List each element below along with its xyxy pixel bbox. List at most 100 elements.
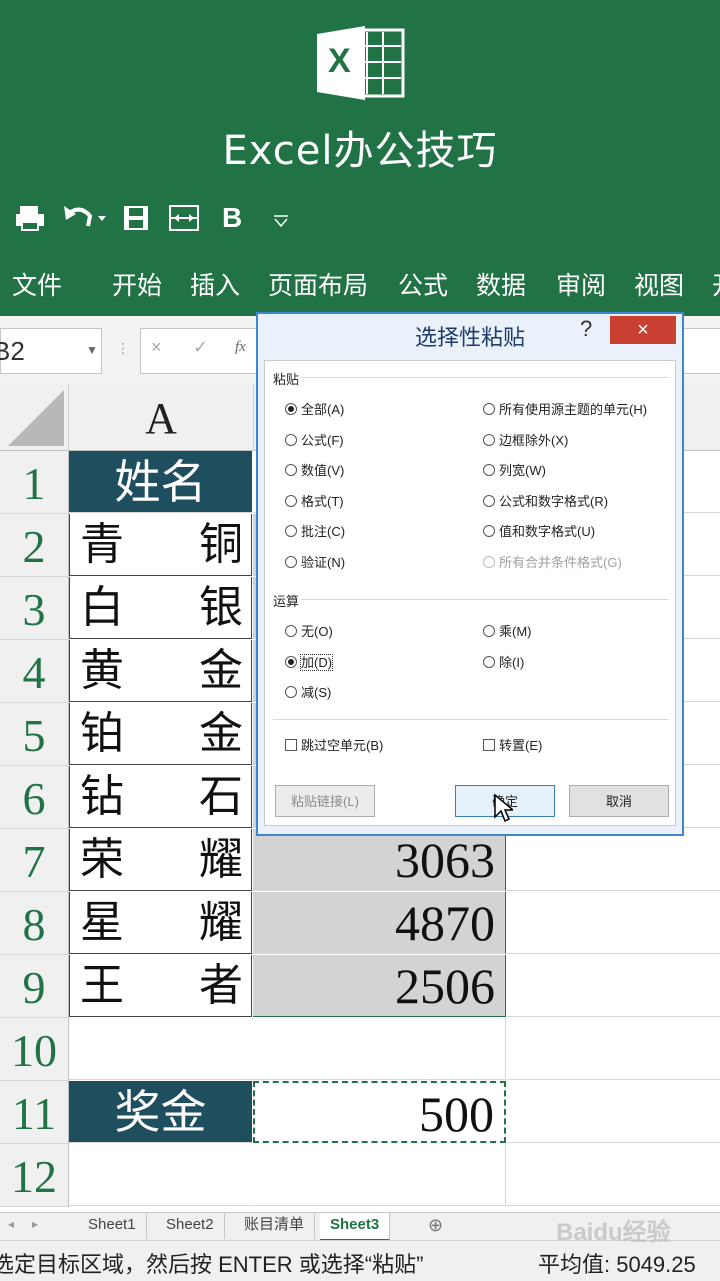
paste-option[interactable]: 边框除外(X) [483,432,568,450]
undo-icon[interactable] [62,202,108,232]
cell-b[interactable]: 500 [253,1081,506,1143]
row-header[interactable]: 12 [0,1144,69,1207]
cell-b[interactable]: 4870 [253,892,506,954]
sheet-tab-3[interactable]: Sheet3 [320,1213,391,1241]
paste-option[interactable]: 值和数字格式(U) [483,523,595,541]
paste-option-label: 全部(A) [301,402,345,417]
cell-a[interactable] [69,1018,252,1080]
name-second-char: 石 [199,771,243,822]
cell-c[interactable] [507,1144,720,1206]
print-icon[interactable] [14,204,46,232]
cell-a[interactable]: 王者 [69,955,252,1017]
tab-view[interactable]: 视图 [634,266,684,302]
next-sheet-icon[interactable]: ▸ [32,1217,38,1231]
cell-a[interactable] [69,1144,252,1206]
row-header[interactable]: 5 [0,703,69,766]
row-header[interactable]: 2 [0,514,69,577]
tab-review[interactable]: 审阅 [556,266,606,302]
sheet-tab-1[interactable]: Sheet1 [78,1213,147,1239]
bold-button[interactable]: B [222,198,242,238]
row-header[interactable]: 1 [0,451,69,514]
cell-a[interactable]: 青铜 [69,514,252,576]
row-header[interactable]: 6 [0,766,69,829]
prev-sheet-icon[interactable]: ◂ [8,1217,14,1231]
cell-a[interactable]: 黄金 [69,640,252,702]
sheet-tab-accounts[interactable]: 账目清单 [234,1213,316,1239]
tab-formulas[interactable]: 公式 [398,266,448,302]
paste-option[interactable]: 批注(C) [285,523,345,541]
cell-b[interactable] [253,1018,506,1080]
row-header[interactable]: 11 [0,1081,69,1144]
tab-home[interactable]: 开始 [112,266,162,302]
name-second-char: 铜 [199,519,243,570]
row-header[interactable]: 9 [0,955,69,1018]
paste-option[interactable]: 所有合并条件格式(G) [483,554,622,572]
paste-option[interactable]: 列宽(W) [483,462,546,480]
close-button[interactable]: × [610,316,676,344]
transpose-checkbox[interactable]: 转置(E) [483,737,542,755]
operation-group-label: 运算 [273,594,300,609]
row-header[interactable]: 3 [0,577,69,640]
cell-c[interactable] [507,1081,720,1143]
customize-qat-icon[interactable] [272,214,290,228]
cell-b[interactable]: 2506 [253,955,506,1017]
row-header[interactable]: 8 [0,892,69,955]
cell-a[interactable]: 铂金 [69,703,252,765]
cell-c[interactable] [507,892,720,954]
select-all-corner[interactable] [0,384,69,451]
fit-icon[interactable] [168,204,200,232]
fx-icon[interactable]: fx [235,339,246,356]
cancel-formula-icon[interactable]: × [151,337,162,358]
tab-insert[interactable]: 插入 [190,266,240,302]
cell-a[interactable]: 奖金 [69,1081,252,1143]
radio-icon [483,655,495,668]
skip-blanks-checkbox[interactable]: 跳过空单元(B) [285,737,383,755]
cell-c[interactable] [507,955,720,1017]
paste-link-button[interactable]: 粘贴链接(L) [275,785,375,817]
tab-data[interactable]: 数据 [476,266,526,302]
paste-option[interactable]: 公式(F) [285,432,344,450]
brand-title: Excel办公技巧 [222,128,498,174]
operation-option[interactable]: 加(D) [285,653,334,672]
column-header-a[interactable]: A [69,384,254,451]
radio-icon [285,464,297,477]
paste-option-label: 公式(F) [301,432,344,448]
save-icon[interactable] [122,204,150,232]
paste-option[interactable]: 所有使用源主题的单元(H) [483,401,647,419]
cell-a[interactable]: 星耀 [69,892,252,954]
operation-option[interactable]: 除(I) [483,654,524,672]
cell-b[interactable]: 3063 [253,829,506,891]
radio-icon [285,494,297,507]
operation-option[interactable]: 无(O) [285,623,333,641]
ribbon-tabs: 文件 开始 插入 页面布局 公式 数据 审阅 视图 开 [0,246,720,316]
row-header[interactable]: 7 [0,829,69,892]
operation-option[interactable]: 减(S) [285,684,331,702]
operation-option[interactable]: 乘(M) [483,623,532,641]
cell-c[interactable] [507,1018,720,1080]
name-second-char: 耀 [199,897,243,948]
row-header[interactable]: 10 [0,1018,69,1081]
cell-c[interactable] [507,829,720,891]
radio-icon [285,403,297,415]
cell-a[interactable]: 白银 [69,577,252,639]
name-first-char: 黄 [80,645,124,696]
tab-more[interactable]: 开 [712,266,720,302]
paste-option[interactable]: 验证(N) [285,554,345,572]
enter-formula-icon[interactable]: ✓ [193,337,208,358]
cell-a[interactable]: 荣耀 [69,829,252,891]
cell-a[interactable]: 钻石 [69,766,252,828]
paste-option[interactable]: 数值(V) [285,462,344,480]
add-sheet-icon[interactable]: ⊕ [428,1215,443,1236]
cancel-button[interactable]: 取消 [569,785,669,817]
paste-option[interactable]: 全部(A) [285,401,344,419]
tab-page-layout[interactable]: 页面布局 [268,266,368,302]
sheet-tab-2[interactable]: Sheet2 [156,1213,225,1239]
tab-file[interactable]: 文件 [12,266,62,302]
paste-option[interactable]: 公式和数字格式(R) [483,493,608,511]
chevron-down-icon[interactable]: ▼ [86,328,98,372]
help-icon[interactable]: ? [580,316,592,342]
paste-option[interactable]: 格式(T) [285,493,344,511]
cell-a[interactable]: 姓名 [69,451,252,513]
row-header[interactable]: 4 [0,640,69,703]
cell-b[interactable] [253,1144,506,1206]
